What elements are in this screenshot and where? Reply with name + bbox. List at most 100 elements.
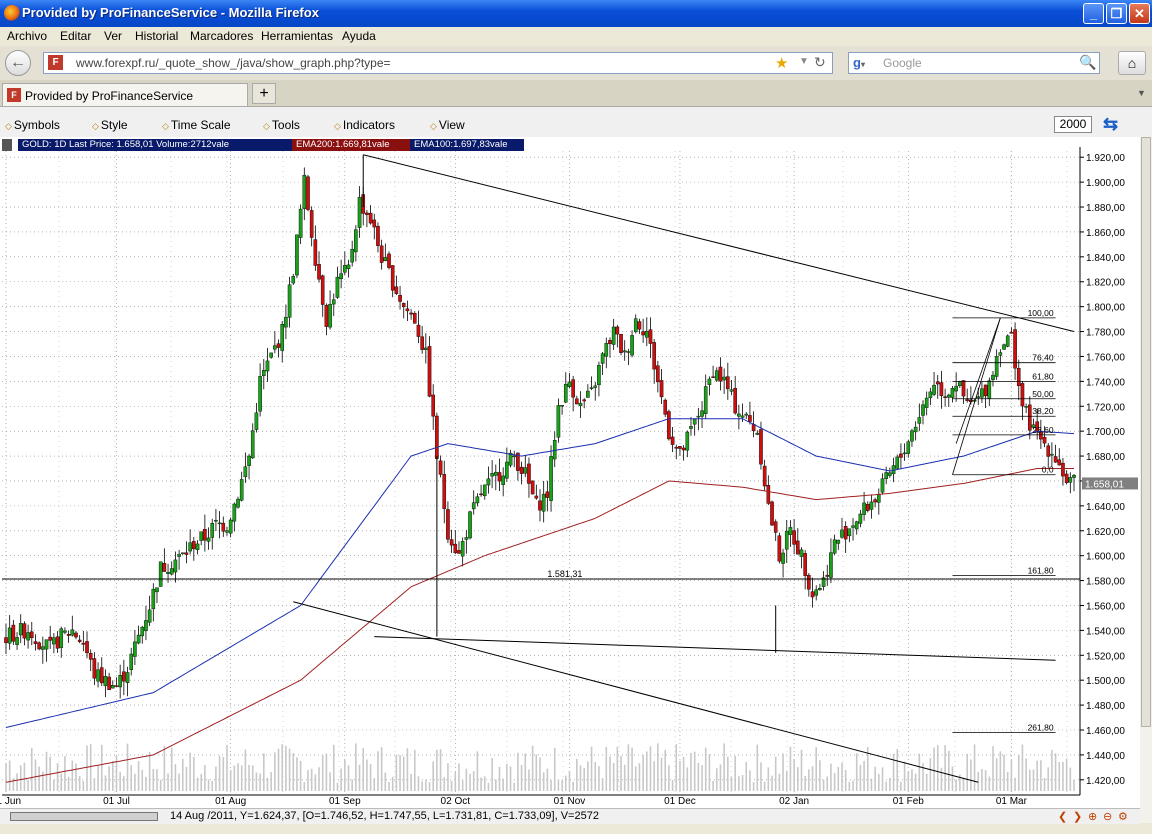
zoom-out-icon[interactable]: ⊖: [1103, 810, 1112, 823]
candle-down: [416, 324, 421, 337]
price-tick-label: 1.460,00: [1086, 726, 1125, 737]
view-menu[interactable]: ◇ View: [430, 118, 465, 132]
refresh-icon[interactable]: ⇆: [1103, 114, 1118, 135]
candle-up: [998, 352, 1003, 356]
menu-marcadores[interactable]: Marcadores: [190, 29, 253, 43]
time-scrollbar[interactable]: [10, 812, 158, 821]
candle-down: [711, 376, 715, 378]
candle-up: [707, 378, 712, 385]
candle-up: [829, 552, 833, 578]
candle-up: [924, 397, 929, 408]
settings-icon[interactable]: ⚙: [1118, 810, 1128, 823]
time-scale-menu[interactable]: ◇ Time Scale: [162, 118, 231, 132]
menu-ver[interactable]: Ver: [104, 29, 122, 43]
candle-up: [177, 554, 181, 557]
candle-up: [354, 229, 358, 253]
menu-ayuda[interactable]: Ayuda: [342, 29, 376, 43]
vertical-scroll-thumb[interactable]: [1141, 137, 1151, 727]
back-button[interactable]: ←: [5, 50, 31, 76]
candle-up: [689, 426, 693, 429]
candle-down: [37, 642, 41, 650]
menu-herramientas[interactable]: Herramientas: [261, 29, 333, 43]
url-dropdown-icon[interactable]: ▼: [799, 56, 809, 67]
candle-down: [961, 380, 966, 397]
candle-down: [114, 685, 119, 687]
candle-up: [475, 496, 480, 504]
google-icon[interactable]: g▾: [853, 55, 869, 71]
price-tick-label: 1.760,00: [1086, 352, 1125, 363]
bars-count-input[interactable]: 2000: [1054, 116, 1092, 133]
price-tick-label: 1.720,00: [1086, 402, 1125, 413]
candle-down: [733, 387, 737, 414]
candle-up: [147, 609, 152, 623]
candle-down: [107, 676, 111, 691]
menu-historial[interactable]: Historial: [135, 29, 178, 43]
price-tick-label: 1.580,00: [1086, 577, 1125, 588]
candle-up: [18, 623, 23, 636]
candle-down: [74, 632, 78, 638]
home-button[interactable]: ⌂: [1118, 51, 1146, 75]
menu-editar[interactable]: Editar: [60, 29, 91, 43]
candle-up: [250, 430, 255, 459]
candle-down: [497, 472, 502, 482]
tab-site-icon: F: [7, 88, 21, 102]
chart-area[interactable]: 1.581,31 100,00 76,40 61,80 50,00 38,20 23,60 0…: [0, 137, 1140, 823]
new-tab-button[interactable]: +: [252, 83, 276, 104]
candle-down: [1064, 473, 1069, 483]
candle-down: [762, 465, 767, 487]
candle-up: [343, 265, 347, 273]
candle-down: [899, 453, 903, 458]
candle-down: [409, 312, 413, 315]
candle-down: [670, 436, 675, 445]
info-toggle-icon[interactable]: [2, 139, 12, 151]
style-menu[interactable]: ◇ Style: [92, 118, 128, 132]
ema100-info: EMA100:1.697,83vale: [410, 139, 524, 151]
vertical-scrollbar[interactable]: [1140, 137, 1152, 823]
candle-up: [236, 498, 240, 508]
search-box[interactable]: g▾ Google 🔍: [848, 52, 1100, 74]
candlestick-chart[interactable]: 1.581,31 100,00 76,40 61,80 50,00 38,20 23,60 0…: [0, 137, 1140, 808]
candle-down: [457, 550, 461, 554]
symbols-menu[interactable]: ◇ Symbols: [5, 118, 60, 132]
url-text[interactable]: www.forexpf.ru/_quote_show_/java/show_gr…: [76, 56, 391, 70]
candle-up: [932, 384, 936, 395]
price-tick-label: 1.620,00: [1086, 527, 1125, 538]
price-tick-label: 1.840,00: [1086, 253, 1125, 264]
candle-up: [1005, 335, 1010, 347]
candle-up: [552, 440, 557, 460]
candle-down: [390, 265, 395, 291]
candle-up: [136, 634, 141, 644]
scroll-right-icon[interactable]: ❯: [1073, 810, 1082, 823]
search-icon[interactable]: 🔍: [1079, 54, 1096, 71]
maximize-button[interactable]: ❐: [1106, 3, 1127, 24]
candle-down: [122, 671, 126, 682]
zoom-in-icon[interactable]: ⊕: [1088, 810, 1097, 823]
candle-up: [1068, 477, 1073, 483]
menu-archivo[interactable]: Archivo: [7, 29, 47, 43]
url-bar[interactable]: F www.forexpf.ru/_quote_show_/java/show_…: [43, 52, 833, 74]
candle-down: [324, 304, 329, 327]
tools-menu[interactable]: ◇ Tools: [263, 118, 300, 132]
price-tick-label: 1.440,00: [1086, 751, 1125, 762]
indicators-label: Indicators: [342, 118, 395, 132]
reload-icon[interactable]: ↻: [814, 54, 826, 71]
candle-down: [313, 239, 318, 266]
close-button[interactable]: ✕: [1129, 3, 1150, 24]
candle-down: [667, 411, 671, 440]
minimize-button[interactable]: _: [1083, 3, 1104, 24]
tab-list-arrow-icon[interactable]: ▼: [1137, 88, 1146, 98]
candle-up: [567, 381, 572, 387]
candle-up: [994, 356, 999, 377]
candle-up: [302, 174, 307, 209]
time-tick-label: 01 Jul: [103, 796, 130, 807]
bookmark-star-icon[interactable]: ★: [775, 54, 788, 72]
tab-profinance[interactable]: F Provided by ProFinanceService: [2, 83, 248, 106]
candle-up: [737, 413, 741, 417]
candle-up: [206, 537, 211, 542]
candle-up: [877, 494, 881, 503]
candle-up: [781, 552, 785, 564]
scroll-left-icon[interactable]: ❮: [1058, 810, 1067, 823]
indicators-menu[interactable]: ◇ Indicators: [334, 118, 395, 132]
price-tick-label: 1.880,00: [1086, 203, 1125, 214]
candle-down: [320, 275, 325, 305]
